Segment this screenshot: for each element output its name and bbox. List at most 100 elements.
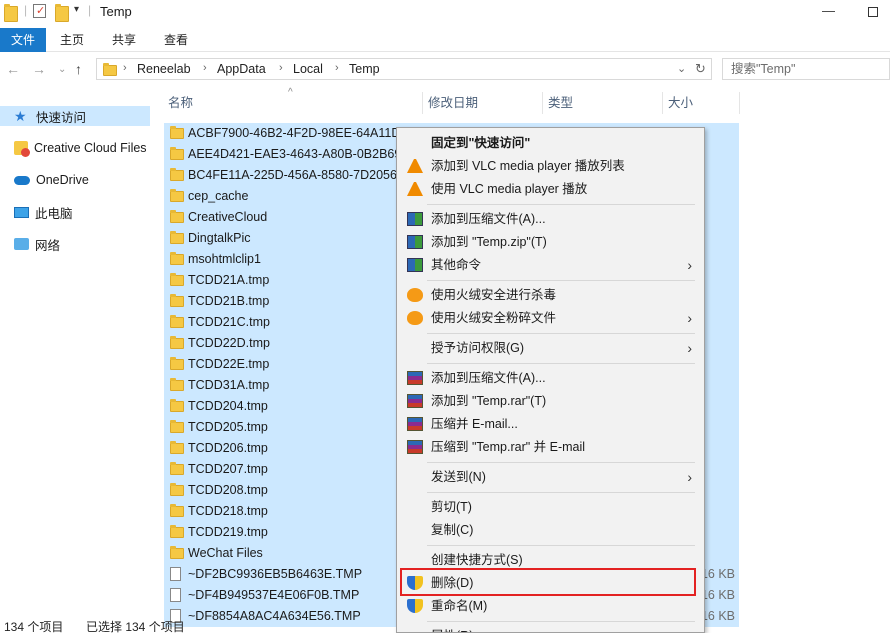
sidebar-item-this-pc[interactable]: 此电脑 xyxy=(14,202,73,222)
sidebar-item-creative-cloud[interactable]: Creative Cloud Files xyxy=(14,138,147,158)
context-menu-item[interactable]: 发送到(N) › xyxy=(397,466,704,488)
breadcrumb-segment[interactable]: Reneelab xyxy=(137,62,191,76)
file-name: TCDD218.tmp xyxy=(188,504,268,518)
winrar-icon xyxy=(407,394,423,408)
folder-icon xyxy=(170,357,184,370)
file-name: cep_cache xyxy=(188,189,249,203)
file-name: BC4FE11A-225D-456A-8580-7D2056 xyxy=(188,168,397,182)
refresh-icon[interactable]: ↻ xyxy=(695,61,706,77)
forward-icon[interactable]: → xyxy=(32,61,46,77)
winrar-icon xyxy=(407,371,423,385)
chevron-right-icon[interactable]: › xyxy=(279,62,283,74)
separator: | xyxy=(24,3,28,17)
shield-icon xyxy=(407,599,423,613)
column-divider[interactable] xyxy=(422,92,423,114)
folder-icon xyxy=(170,378,184,391)
back-icon[interactable]: ← xyxy=(6,61,20,77)
status-bar: 134 个项目 已选择 134 个项目 xyxy=(0,615,890,633)
context-menu-item[interactable]: 复制(C) xyxy=(397,519,704,541)
minimize-icon[interactable]: — xyxy=(822,3,835,18)
chevron-right-icon[interactable]: › xyxy=(123,62,127,74)
column-divider[interactable] xyxy=(662,92,663,114)
folder-icon xyxy=(170,504,184,517)
menu-item-label: 压缩并 E-mail... xyxy=(431,417,518,431)
folder-icon xyxy=(170,273,184,286)
menu-item-label: 添加到压缩文件(A)... xyxy=(431,212,546,226)
sidebar-item-label: 快速访问 xyxy=(36,110,87,125)
huorong-icon xyxy=(407,288,423,302)
menu-separator xyxy=(427,545,695,546)
tab-share[interactable]: 共享 xyxy=(102,28,146,52)
new-folder-icon[interactable] xyxy=(55,4,69,22)
menu-item-label: 发送到(N) xyxy=(431,470,486,484)
winzip-icon xyxy=(407,258,423,272)
chevron-down-icon[interactable]: ⌄ xyxy=(677,62,686,75)
tab-home[interactable]: 主页 xyxy=(50,28,94,52)
context-menu-item[interactable]: 压缩并 E-mail... xyxy=(397,413,704,435)
column-header-type[interactable]: 类型 xyxy=(548,92,573,114)
context-menu-item[interactable]: 使用 VLC media player 播放 xyxy=(397,178,704,200)
folder-icon xyxy=(170,441,184,454)
submenu-arrow-icon: › xyxy=(687,340,692,356)
tab-file[interactable]: 文件 xyxy=(0,28,46,52)
context-menu-item[interactable]: 压缩到 "Temp.rar" 并 E-mail xyxy=(397,436,704,458)
context-menu-item[interactable]: 添加到 "Temp.zip"(T) xyxy=(397,231,704,253)
context-menu-item[interactable]: 添加到 VLC media player 播放列表 xyxy=(397,155,704,177)
file-name: TCDD21C.tmp xyxy=(188,315,270,329)
context-menu-item[interactable]: 固定到"快速访问" xyxy=(397,132,704,154)
sidebar-item-onedrive[interactable]: OneDrive xyxy=(14,170,89,190)
context-menu-item[interactable]: 添加到 "Temp.rar"(T) xyxy=(397,390,704,412)
file-icon xyxy=(170,567,181,581)
chevron-right-icon[interactable]: › xyxy=(335,62,339,74)
menu-item-label: 添加到 VLC media player 播放列表 xyxy=(431,159,625,173)
context-menu-item[interactable]: 使用火绒安全进行杀毒 xyxy=(397,284,704,306)
folder-icon xyxy=(103,63,117,76)
breadcrumb-segment[interactable]: AppData xyxy=(217,62,266,76)
menu-item-label: 固定到"快速访问" xyxy=(431,136,531,150)
sidebar-item-quick-access[interactable]: ★ 快速访问 xyxy=(0,106,150,126)
column-divider[interactable] xyxy=(739,92,740,114)
menu-separator xyxy=(427,492,695,493)
menu-item-label: 重命名(M) xyxy=(431,599,488,613)
context-menu-item[interactable]: 剪切(T) xyxy=(397,496,704,518)
context-menu-item[interactable]: 授予访问权限(G) › xyxy=(397,337,704,359)
file-name: msohtmlclip1 xyxy=(188,252,261,266)
star-icon: ★ xyxy=(14,107,27,124)
menu-item-label: 使用 VLC media player 播放 xyxy=(431,182,588,196)
context-menu-item[interactable]: 使用火绒安全粉碎文件 › xyxy=(397,307,704,329)
search-input[interactable]: 搜索"Temp" xyxy=(722,58,890,80)
tab-view[interactable]: 查看 xyxy=(154,28,198,52)
context-menu-item[interactable]: 添加到压缩文件(A)... xyxy=(397,208,704,230)
recent-locations-icon[interactable]: ⌄ xyxy=(58,64,66,75)
file-name: ACBF7900-46B2-4F2D-98EE-64A11D xyxy=(188,126,401,140)
sidebar-item-network[interactable]: 网络 xyxy=(14,234,60,254)
file-name: TCDD204.tmp xyxy=(188,399,268,413)
folder-icon xyxy=(170,126,184,139)
column-header-name[interactable]: 名称 xyxy=(168,92,193,114)
menu-separator xyxy=(427,363,695,364)
column-divider[interactable] xyxy=(542,92,543,114)
maximize-icon[interactable] xyxy=(868,7,878,17)
file-size: 16 KB xyxy=(700,588,735,602)
file-name: TCDD219.tmp xyxy=(188,525,268,539)
folder-icon xyxy=(170,399,184,412)
breadcrumb-segment[interactable]: Local xyxy=(293,62,323,76)
up-icon[interactable]: ↑ xyxy=(75,61,82,77)
selection-count: 已选择 134 个项目 xyxy=(86,620,185,633)
menu-item-label: 添加到 "Temp.zip"(T) xyxy=(431,235,547,249)
file-name: WeChat Files xyxy=(188,546,263,560)
huorong-icon xyxy=(407,311,423,325)
context-menu-item[interactable]: 重命名(M) xyxy=(397,595,704,617)
folder-icon xyxy=(170,252,184,265)
chevron-right-icon[interactable]: › xyxy=(203,62,207,74)
context-menu-item[interactable]: 添加到压缩文件(A)... xyxy=(397,367,704,389)
breadcrumb-segment[interactable]: Temp xyxy=(349,62,380,76)
folder-icon xyxy=(170,147,184,160)
customize-quick-access-icon[interactable]: ▾ xyxy=(74,4,79,20)
column-header-size[interactable]: 大小 xyxy=(668,92,693,114)
submenu-arrow-icon: › xyxy=(687,310,692,326)
properties-icon[interactable]: ✓ xyxy=(33,4,46,18)
address-bar[interactable]: › Reneelab › AppData › Local › Temp ⌄ ↻ xyxy=(96,58,712,80)
column-header-date[interactable]: 修改日期 xyxy=(428,92,478,114)
context-menu-item[interactable]: 其他命令 › xyxy=(397,254,704,276)
